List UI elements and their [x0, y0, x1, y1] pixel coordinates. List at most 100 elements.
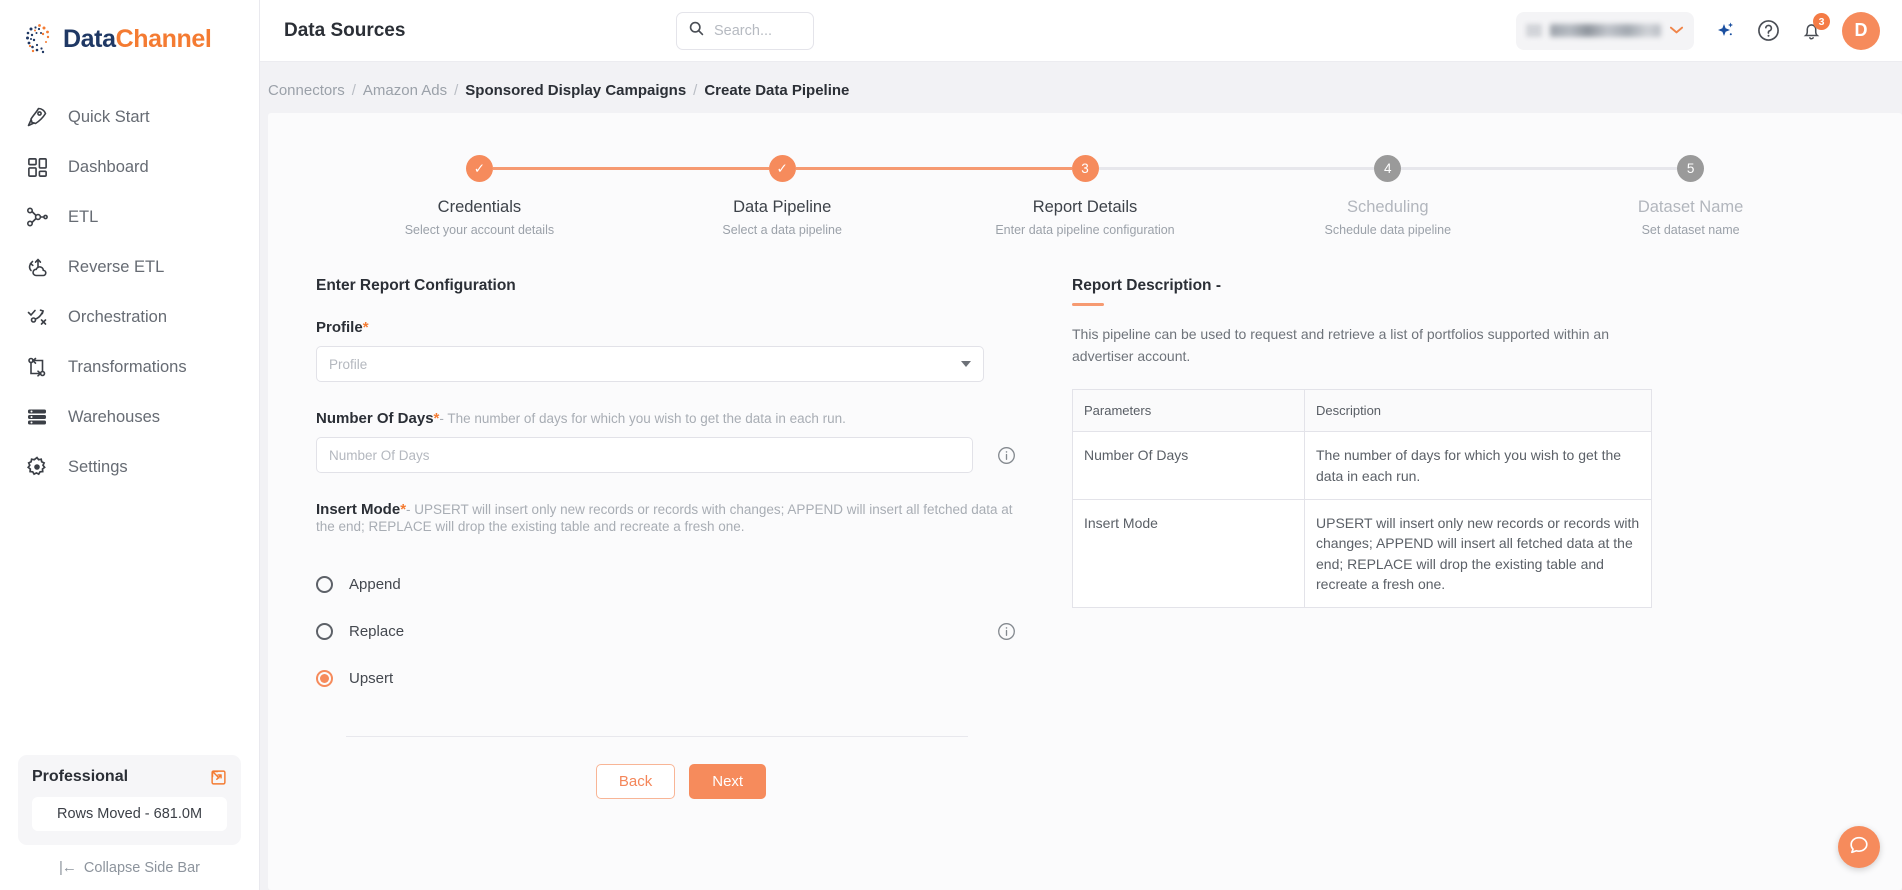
step-sublabel: Enter data pipeline configuration — [995, 223, 1175, 237]
sidebar-item-settings[interactable]: Settings — [0, 442, 259, 492]
insert-mode-label: Insert Mode*- UPSERT will insert only ne… — [316, 501, 1016, 535]
plan-card: Professional Rows Moved - 681.0M — [18, 755, 241, 845]
external-link-icon[interactable] — [210, 769, 227, 786]
step-bar-left — [328, 167, 466, 170]
number-of-days-hint: - The number of days for which you wish … — [439, 411, 846, 426]
step-circle-4: 4 — [1374, 155, 1402, 182]
account-name-redacted — [1550, 24, 1661, 37]
sidebar-item-label: Dashboard — [68, 157, 149, 176]
collapse-sidebar-button[interactable]: |← Collapse Side Bar — [18, 859, 241, 876]
step-credentials[interactable]: ✓ Credentials Select your account detail… — [328, 155, 631, 237]
radio-label: Upsert — [349, 670, 394, 687]
number-of-days-placeholder: Number Of Days — [329, 447, 430, 463]
step-bar-right — [1704, 167, 1842, 170]
sidebar-item-label: Transformations — [68, 357, 187, 376]
report-description-body: This pipeline can be used to request and… — [1072, 326, 1609, 364]
sidebar-item-label: Reverse ETL — [68, 257, 165, 276]
sidebar-item-label: ETL — [68, 207, 99, 226]
sidebar-item-quick-start[interactable]: Quick Start — [0, 92, 259, 142]
table-row: Insert Mode UPSERT will insert only new … — [1072, 499, 1652, 608]
step-label: Credentials — [437, 198, 522, 216]
form-section-title: Enter Report Configuration — [316, 277, 516, 294]
step-label: Report Details — [1032, 198, 1138, 216]
radio-option-replace[interactable]: Replace — [316, 608, 1016, 655]
next-button[interactable]: Next — [689, 764, 767, 799]
radio-label: Replace — [349, 623, 405, 640]
radio-circle — [316, 623, 333, 640]
brand-logo[interactable]: DataChannel — [0, 0, 259, 74]
number-of-days-label-text: Number Of Days — [316, 410, 434, 427]
report-description-panel: Report Description - This pipeline can b… — [1072, 277, 1854, 799]
chat-bubble-icon — [1848, 834, 1870, 861]
user-avatar[interactable]: D — [1842, 11, 1880, 50]
dashboard-grid-icon — [24, 154, 50, 180]
search-input[interactable]: Search... — [676, 12, 814, 50]
profile-placeholder: Profile — [329, 356, 368, 372]
account-selector[interactable] — [1516, 11, 1694, 50]
content-area: Connectors / Amazon Ads / Sponsored Disp… — [260, 62, 1902, 890]
step-dataset-name[interactable]: 5 Dataset Name Set dataset name — [1539, 155, 1842, 237]
breadcrumb-item-connectors[interactable]: Connectors — [268, 82, 345, 99]
sidebar-item-orchestration[interactable]: Orchestration — [0, 292, 259, 342]
cell-parameter-name: Insert Mode — [1072, 499, 1305, 608]
breadcrumb-item-sponsored-display-campaigns[interactable]: Sponsored Display Campaigns — [465, 82, 686, 99]
column-header-description: Description — [1304, 389, 1652, 433]
notification-badge: 3 — [1813, 13, 1830, 30]
step-bar-left — [1539, 167, 1678, 170]
step-bar-left — [630, 167, 769, 170]
sidebar-item-etl[interactable]: ETL — [0, 192, 259, 242]
radio-option-append[interactable]: Append — [316, 561, 1016, 608]
step-bar-right — [1098, 167, 1237, 170]
breadcrumb-separator: / — [351, 82, 356, 99]
report-description-title: Report Description - — [1072, 277, 1221, 294]
rows-moved-value: Rows Moved - 681.0M — [32, 797, 227, 831]
wizard-stepper: ✓ Credentials Select your account detail… — [268, 113, 1902, 237]
bell-icon[interactable]: 3 — [1800, 13, 1830, 42]
ai-sparkle-icon[interactable] — [1713, 19, 1737, 43]
top-header: Data Sources Search... 3 D — [260, 0, 1902, 62]
step-report-details[interactable]: 3 Report Details Enter data pipeline con… — [933, 155, 1237, 237]
breadcrumb-item-amazon-ads[interactable]: Amazon Ads — [363, 82, 447, 99]
wizard-body: Enter Report Configuration Profile* Prof… — [268, 237, 1902, 799]
cell-parameter-name: Number Of Days — [1072, 431, 1305, 500]
brand-name: DataChannel — [63, 25, 212, 54]
help-circle-icon[interactable] — [1756, 18, 1781, 43]
gear-icon — [24, 454, 50, 480]
main-area: Data Sources Search... 3 D Connectors / … — [260, 0, 1902, 890]
sidebar-item-transformations[interactable]: Transformations — [0, 342, 259, 392]
step-sublabel: Select a data pipeline — [722, 223, 842, 237]
sidebar-nav: Quick Start Dashboard ETL Reverse ETL Or… — [0, 92, 259, 492]
step-bar-right — [492, 167, 631, 170]
datachannel-logo-icon — [22, 22, 56, 56]
breadcrumb-item-create-data-pipeline: Create Data Pipeline — [704, 82, 850, 99]
back-button[interactable]: Back — [595, 764, 676, 799]
step-scheduling[interactable]: 4 Scheduling Schedule data pipeline — [1236, 155, 1540, 237]
parameters-table: Parameters Description Number Of Days Th… — [1072, 389, 1652, 609]
profile-label-text: Profile — [316, 319, 363, 336]
info-icon[interactable] — [997, 446, 1016, 465]
sidebar-item-warehouses[interactable]: Warehouses — [0, 392, 259, 442]
form-divider — [346, 736, 968, 737]
sidebar-item-reverse-etl[interactable]: Reverse ETL — [0, 242, 259, 292]
sidebar: DataChannel Quick Start Dashboard ETL Re… — [0, 0, 260, 890]
collapse-arrow-icon: |← — [59, 859, 77, 876]
profile-select[interactable]: Profile — [316, 346, 984, 382]
number-of-days-input[interactable]: Number Of Days — [316, 437, 973, 473]
wizard-actions: Back Next — [316, 764, 1016, 799]
step-bar-right — [795, 167, 934, 170]
cell-parameter-description: The number of days for which you wish to… — [1304, 431, 1652, 500]
profile-label: Profile* — [316, 319, 1016, 336]
search-placeholder: Search... — [714, 23, 773, 39]
chat-widget-button[interactable] — [1838, 826, 1880, 868]
header-actions: 3 D — [1516, 11, 1902, 50]
cell-parameter-description: UPSERT will insert only new records or r… — [1316, 514, 1640, 592]
radio-option-upsert[interactable]: Upsert — [316, 655, 1016, 702]
sidebar-item-dashboard[interactable]: Dashboard — [0, 142, 259, 192]
insert-mode-radio-group: Append Replace Upsert — [316, 561, 1016, 702]
breadcrumb-separator: / — [454, 82, 459, 99]
step-sublabel: Schedule data pipeline — [1324, 223, 1452, 237]
info-icon[interactable] — [997, 622, 1016, 641]
plan-name: Professional — [32, 768, 129, 785]
step-data-pipeline[interactable]: ✓ Data Pipeline Select a data pipeline — [630, 155, 934, 237]
insert-mode-hint: - UPSERT will insert only new records or… — [316, 502, 1013, 534]
